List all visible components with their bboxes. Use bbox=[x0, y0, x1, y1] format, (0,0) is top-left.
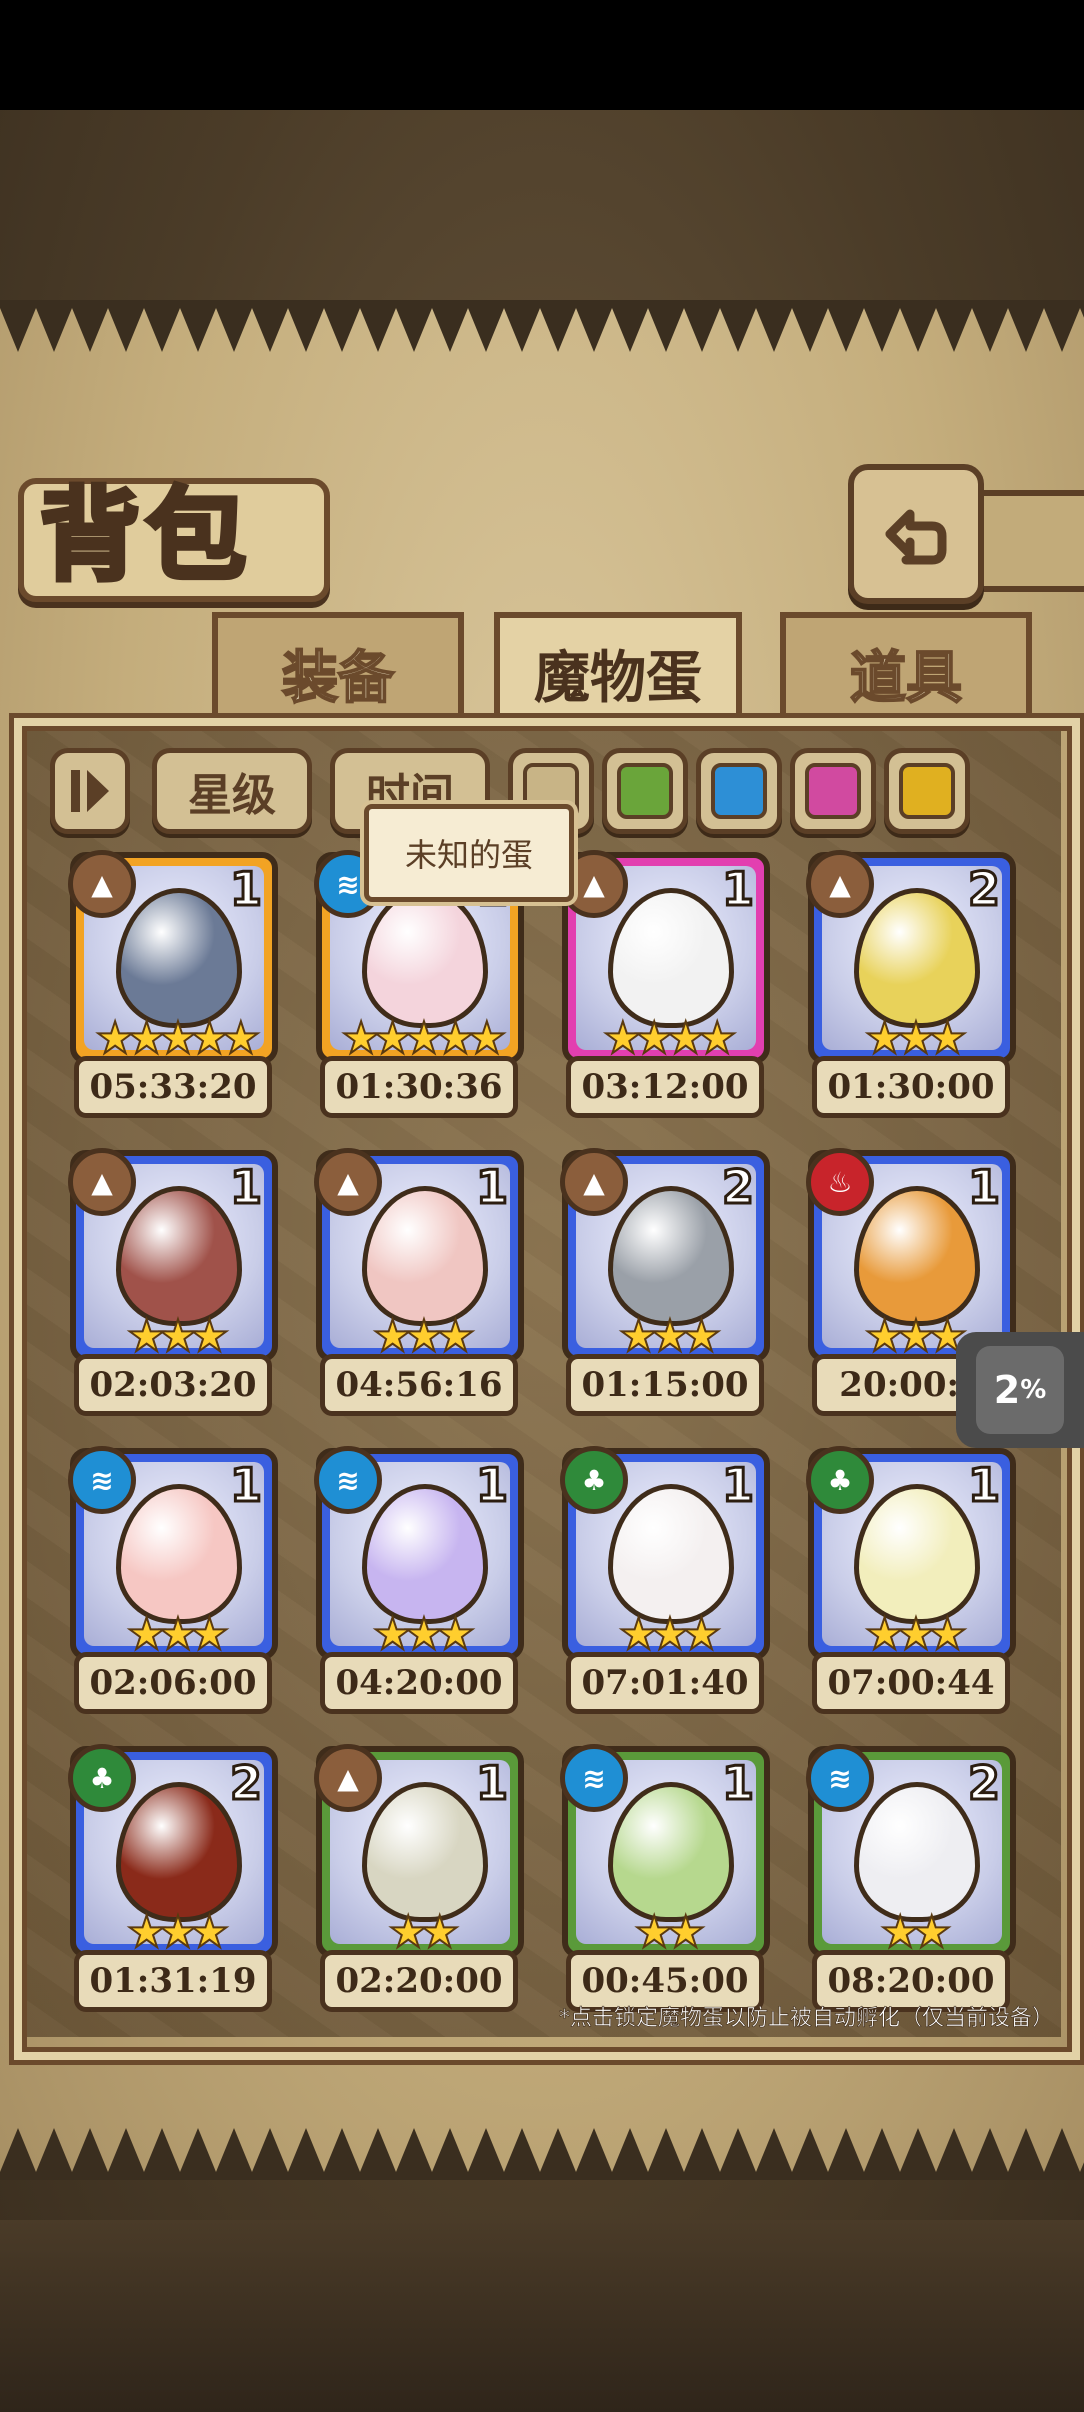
hatch-timer: 04:20:00 bbox=[320, 1652, 518, 1714]
egg-count: 2 bbox=[966, 1755, 1001, 1812]
egg-count: 1 bbox=[474, 1159, 509, 1216]
page-title: 背包 bbox=[38, 474, 252, 597]
egg-count: 1 bbox=[966, 1159, 1001, 1216]
egg-count: 1 bbox=[720, 1755, 755, 1812]
hatch-timer: 02:03:20 bbox=[74, 1354, 272, 1416]
egg-card[interactable]: ♨ 1 ★★★ bbox=[806, 1148, 1016, 1363]
hatch-timer: 01:15:00 bbox=[566, 1354, 764, 1416]
egg-card[interactable]: ≋ 1 ★★★ bbox=[314, 1446, 524, 1661]
egg-card[interactable]: ▲ 2 ★★★ bbox=[806, 850, 1016, 1065]
earth-element-icon: ▲ bbox=[806, 850, 874, 918]
water-element-icon: ≋ bbox=[68, 1446, 136, 1514]
egg-card[interactable]: ≋ 2 ★★ bbox=[806, 1744, 1016, 1959]
earth-element-icon: ▲ bbox=[314, 1148, 382, 1216]
water-element-icon: ≋ bbox=[560, 1744, 628, 1812]
egg-card[interactable]: ≋ 1 ★★ bbox=[560, 1744, 770, 1959]
hatch-progress-button[interactable]: 2% bbox=[956, 1332, 1084, 1448]
grass-element-icon: ♣ bbox=[806, 1446, 874, 1514]
tab-equipment-label: 装备 bbox=[281, 645, 395, 712]
egg-card[interactable]: ▲ 1 ★★★ bbox=[68, 1148, 278, 1363]
hatch-timer: 02:06:00 bbox=[74, 1652, 272, 1714]
egg-count: 1 bbox=[474, 1755, 509, 1812]
hatch-timer: 03:12:00 bbox=[566, 1056, 764, 1118]
earth-element-icon: ▲ bbox=[68, 1148, 136, 1216]
egg-card[interactable]: ▲ 2 ★★★ bbox=[560, 1148, 770, 1363]
back-button[interactable] bbox=[848, 464, 984, 604]
egg-card[interactable]: ♣ 1 ★★★ bbox=[806, 1446, 1016, 1661]
egg-card[interactable]: ▲ 1 ★★★ bbox=[314, 1148, 524, 1363]
egg-count: 1 bbox=[966, 1457, 1001, 1514]
color-swatch bbox=[899, 763, 955, 819]
tooltip: 未知的蛋 bbox=[364, 804, 574, 902]
hatch-progress-display: 2% bbox=[976, 1346, 1064, 1434]
sort-star-button[interactable]: 星级 bbox=[152, 748, 312, 834]
sort-order-icon bbox=[71, 770, 109, 812]
egg-count: 1 bbox=[228, 861, 263, 918]
hatch-timer: 04:56:16 bbox=[320, 1354, 518, 1416]
grass-element-icon: ♣ bbox=[560, 1446, 628, 1514]
hatch-timer: 02:20:00 bbox=[320, 1950, 518, 2012]
tab-equipment[interactable]: 装备 bbox=[212, 612, 464, 728]
filter-green-button[interactable] bbox=[602, 748, 688, 834]
bottom-map-background bbox=[0, 2220, 1084, 2412]
hatch-timer: 01:30:36 bbox=[320, 1056, 518, 1118]
sort-star-label: 星级 bbox=[188, 770, 276, 821]
earth-element-icon: ▲ bbox=[560, 1148, 628, 1216]
egg-count: 1 bbox=[228, 1159, 263, 1216]
earth-element-icon: ▲ bbox=[68, 850, 136, 918]
lock-hint-text: *点击锁定魔物蛋以防止被自动孵化（仅当前设备） bbox=[558, 2006, 1055, 2032]
egg-card[interactable]: ▲ 1 ★★★★★ bbox=[68, 850, 278, 1065]
tab-monster-egg[interactable]: 魔物蛋 bbox=[494, 612, 742, 728]
tab-items[interactable]: 道具 bbox=[780, 612, 1032, 728]
hatch-progress-unit: % bbox=[1020, 1375, 1047, 1405]
hatch-timer: 01:30:00 bbox=[812, 1056, 1010, 1118]
earth-element-icon: ▲ bbox=[314, 1744, 382, 1812]
water-element-icon: ≋ bbox=[806, 1744, 874, 1812]
water-element-icon: ≋ bbox=[314, 1446, 382, 1514]
hatch-timer: 05:33:20 bbox=[74, 1056, 272, 1118]
egg-card[interactable]: ▲ 1 ★★★★ bbox=[560, 850, 770, 1065]
filter-pink-button[interactable] bbox=[790, 748, 876, 834]
egg-card[interactable]: ♣ 2 ★★★ bbox=[68, 1744, 278, 1959]
egg-count: 2 bbox=[228, 1755, 263, 1812]
filter-gold-button[interactable] bbox=[884, 748, 970, 834]
egg-count: 1 bbox=[720, 1457, 755, 1514]
color-swatch bbox=[711, 763, 767, 819]
torn-edge-top bbox=[0, 300, 1084, 352]
egg-card[interactable]: ♣ 1 ★★★ bbox=[560, 1446, 770, 1661]
egg-card[interactable]: ≋ 1 ★★★ bbox=[68, 1446, 278, 1661]
filter-blue-button[interactable] bbox=[696, 748, 782, 834]
hatch-timer: 07:00:44 bbox=[812, 1652, 1010, 1714]
hatch-timer: 07:01:40 bbox=[566, 1652, 764, 1714]
status-bar bbox=[0, 0, 1084, 110]
tab-items-label: 道具 bbox=[849, 645, 963, 712]
hatch-progress-value: 2 bbox=[993, 1368, 1021, 1412]
torn-edge-bottom bbox=[0, 2128, 1084, 2180]
egg-count: 2 bbox=[720, 1159, 755, 1216]
egg-count: 1 bbox=[720, 861, 755, 918]
color-swatch bbox=[617, 763, 673, 819]
hatch-timer: 01:31:19 bbox=[74, 1950, 272, 2012]
color-swatch bbox=[805, 763, 861, 819]
tab-monster-egg-label: 魔物蛋 bbox=[534, 645, 702, 711]
egg-count: 1 bbox=[474, 1457, 509, 1514]
egg-card[interactable]: ▲ 1 ★★ bbox=[314, 1744, 524, 1959]
egg-count: 2 bbox=[966, 861, 1001, 918]
back-arrow-icon bbox=[885, 509, 947, 565]
sort-order-button[interactable] bbox=[50, 748, 130, 834]
grass-element-icon: ♣ bbox=[68, 1744, 136, 1812]
egg-count: 1 bbox=[228, 1457, 263, 1514]
fire-element-icon: ♨ bbox=[806, 1148, 874, 1216]
back-button-strip bbox=[972, 490, 1084, 592]
